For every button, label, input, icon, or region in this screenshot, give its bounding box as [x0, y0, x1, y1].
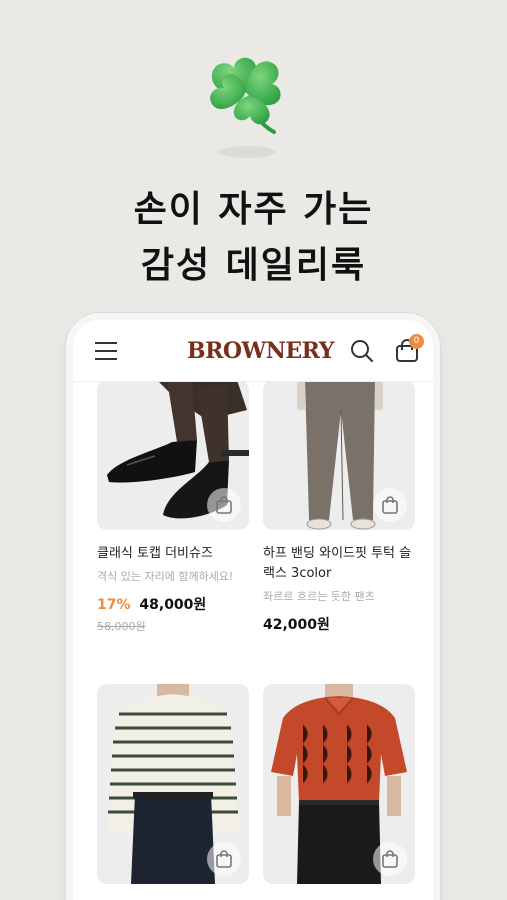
add-to-bag-button[interactable]: [373, 488, 407, 522]
cart-count-badge: 0: [409, 334, 424, 349]
price-row: 42,000원: [263, 614, 415, 634]
add-to-bag-button[interactable]: [207, 842, 241, 876]
shopping-bag-icon: [216, 496, 232, 514]
price-row: 17% 48,000원: [97, 594, 249, 614]
product-name[interactable]: 하프 밴딩 와이드핏 투턱 슬랙스 3color: [263, 544, 415, 584]
product-image[interactable]: [97, 380, 249, 530]
product-image[interactable]: [263, 380, 415, 530]
hamburger-menu-icon[interactable]: [95, 342, 117, 360]
product-image[interactable]: [97, 684, 249, 884]
sale-price: 48,000원: [139, 597, 207, 613]
app-header: BROWNERY 0: [73, 320, 433, 382]
shopping-bag-icon: [216, 850, 232, 868]
headline-line-1: 손이 자주 가는: [133, 189, 374, 230]
discount-rate: 17%: [97, 597, 131, 613]
product-name[interactable]: 클래식 토캡 더비슈즈: [97, 544, 249, 564]
headline-line-2: 감성 데일리룩: [140, 245, 367, 286]
add-to-bag-button[interactable]: [373, 842, 407, 876]
product-description: 격식 있는 자리에 함께하세요!: [97, 570, 234, 583]
brand-logo[interactable]: BROWNERY: [187, 338, 334, 364]
product-card[interactable]: 하프 밴딩 와이드핏 투턱 슬랙스 3color 좌르르 흐르는 듯한 팬츠 4…: [263, 380, 415, 634]
shopping-bag-icon: [382, 850, 398, 868]
product-image[interactable]: [263, 684, 415, 884]
phone-mockup: BROWNERY 0 클래식 토캡 더비슈즈 격식 있는 자리에 함께하세요! …: [66, 313, 440, 900]
shopping-bag-icon: [382, 496, 398, 514]
clover-icon: [210, 57, 281, 134]
clover-shadow: [218, 146, 276, 158]
product-card[interactable]: [263, 684, 415, 884]
original-price: 58,000원: [97, 620, 146, 633]
product-description: 좌르르 흐르는 듯한 팬츠: [263, 590, 375, 603]
add-to-bag-button[interactable]: [207, 488, 241, 522]
search-icon[interactable]: [349, 338, 375, 364]
sale-price: 42,000원: [263, 617, 330, 633]
product-card[interactable]: 클래식 토캡 더비슈즈 격식 있는 자리에 함께하세요! 17% 48,000원…: [97, 380, 249, 634]
product-card[interactable]: [97, 684, 249, 884]
